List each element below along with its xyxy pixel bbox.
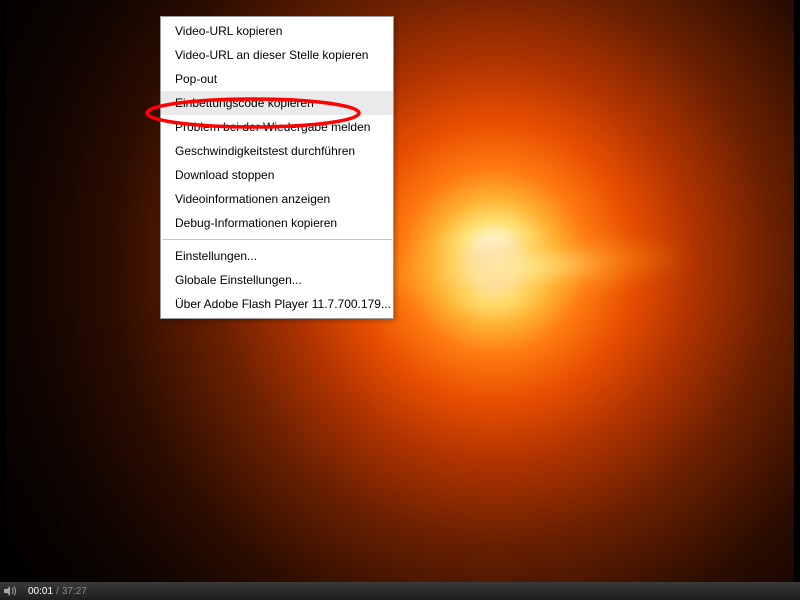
context-menu: Video-URL kopieren Video-URL an dieser S… xyxy=(160,16,394,319)
lens-flare xyxy=(351,221,695,315)
menu-item-global-settings[interactable]: Globale Einstellungen... xyxy=(161,268,393,292)
volume-icon[interactable] xyxy=(2,584,20,598)
control-bar: 00:01 / 37:27 xyxy=(0,582,800,600)
menu-item-copy-video-url[interactable]: Video-URL kopieren xyxy=(161,19,393,43)
menu-item-pop-out[interactable]: Pop-out xyxy=(161,67,393,91)
menu-separator xyxy=(162,239,392,240)
menu-item-copy-debug-info[interactable]: Debug-Informationen kopieren xyxy=(161,211,393,235)
menu-item-copy-video-url-at-time[interactable]: Video-URL an dieser Stelle kopieren xyxy=(161,43,393,67)
menu-item-settings[interactable]: Einstellungen... xyxy=(161,244,393,268)
menu-item-copy-embed-code[interactable]: Einbettungscode kopieren xyxy=(161,91,393,115)
time-display: 00:01 / 37:27 xyxy=(28,586,87,597)
video-frame[interactable] xyxy=(6,0,794,582)
video-player: Video-URL kopieren Video-URL an dieser S… xyxy=(0,0,800,600)
time-separator: / xyxy=(56,586,59,597)
current-time: 00:01 xyxy=(28,586,53,597)
menu-item-stop-download[interactable]: Download stoppen xyxy=(161,163,393,187)
total-time: 37:27 xyxy=(62,586,87,597)
menu-item-about-flash-player[interactable]: Über Adobe Flash Player 11.7.700.179... xyxy=(161,292,393,316)
menu-item-show-video-info[interactable]: Videoinformationen anzeigen xyxy=(161,187,393,211)
menu-item-report-playback-issue[interactable]: Problem bei der Wiedergabe melden xyxy=(161,115,393,139)
menu-item-speed-test[interactable]: Geschwindigkeitstest durchführen xyxy=(161,139,393,163)
